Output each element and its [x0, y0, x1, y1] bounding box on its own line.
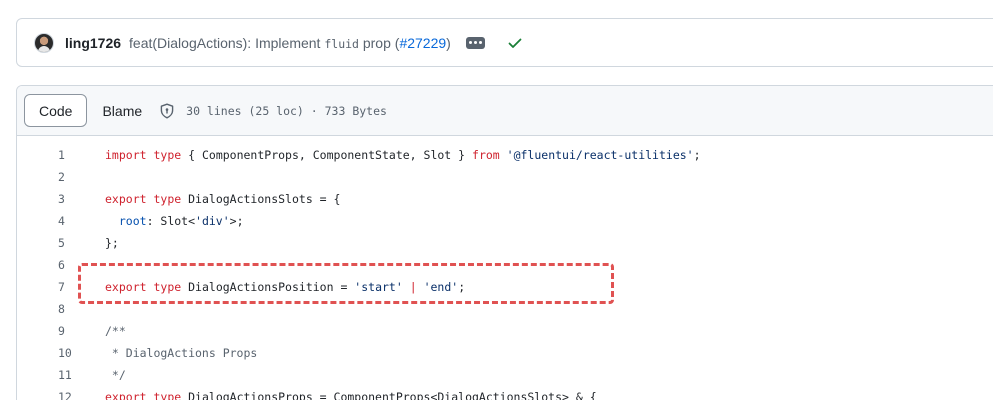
line-number[interactable]: 8	[17, 302, 81, 316]
token-string: 'start'	[354, 280, 403, 294]
file-header: Code Blame 30 lines (25 loc) · 733 Bytes	[17, 86, 993, 136]
pr-link[interactable]: #27229	[399, 35, 446, 51]
tab-code[interactable]: Code	[24, 94, 88, 127]
token-string: 'div'	[195, 214, 230, 228]
latest-commit-bar: ling1726 feat(DialogActions): Implement …	[16, 18, 993, 67]
file-view: Code Blame 30 lines (25 loc) · 733 Bytes…	[16, 85, 993, 400]
view-mode-toggle: Code Blame	[24, 94, 157, 127]
token-operator: |	[409, 280, 417, 294]
line-number[interactable]: 7	[17, 280, 81, 294]
token-keyword: type	[153, 280, 182, 294]
token-string: '@fluentui/react-utilities'	[506, 148, 694, 162]
code-text: root: Slot<'div'>;	[81, 214, 244, 228]
line-number[interactable]: 11	[17, 368, 81, 382]
token-text: : Slot<	[146, 214, 196, 228]
token-keyword: export	[105, 390, 147, 400]
code-line: 3 export type DialogActionsSlots = {	[17, 188, 993, 210]
code-text: export type DialogActionsPosition = 'sta…	[81, 280, 465, 294]
code-text: import type { ComponentProps, ComponentS…	[81, 148, 701, 162]
code-text: export type DialogActionsSlots = {	[81, 192, 340, 206]
code-line: 9 /**	[17, 320, 993, 342]
line-number[interactable]: 5	[17, 236, 81, 250]
code-line: 12 export type DialogActionsProps = Comp…	[17, 386, 993, 400]
token-text: ;	[693, 148, 701, 162]
line-number[interactable]: 9	[17, 324, 81, 338]
token-keyword: type	[153, 192, 182, 206]
more-icon[interactable]	[465, 36, 485, 49]
check-icon[interactable]	[507, 35, 523, 51]
code-line: 7 export type DialogActionsPosition = 's…	[17, 276, 993, 298]
token-text: >;	[229, 214, 244, 228]
commit-author[interactable]: ling1726	[65, 35, 121, 51]
commit-message-prefix: feat(DialogActions): Implement	[129, 34, 325, 51]
code-line: 1 import type { ComponentProps, Componen…	[17, 144, 993, 166]
line-number[interactable]: 3	[17, 192, 81, 206]
token-keyword: type	[153, 148, 182, 162]
file-meta: 30 lines (25 loc) · 733 Bytes	[186, 103, 387, 118]
code-text: export type DialogActionsProps = Compone…	[81, 390, 597, 400]
line-number[interactable]: 1	[17, 148, 81, 162]
token-text: DialogActionsPosition =	[188, 280, 355, 294]
code-comment: */	[105, 368, 126, 382]
token-text: { ComponentProps, ComponentState, Slot }	[188, 148, 466, 162]
token-keyword: export	[105, 192, 147, 206]
commit-message-suffix: prop (	[358, 34, 400, 51]
code-text: };	[105, 236, 119, 250]
code-view[interactable]: 1 import type { ComponentProps, Componen…	[17, 144, 993, 400]
line-number[interactable]: 4	[17, 214, 81, 228]
line-number[interactable]: 6	[17, 258, 81, 272]
line-number[interactable]: 2	[17, 170, 81, 184]
code-line: 4 root: Slot<'div'>;	[17, 210, 993, 232]
code-line: 2	[17, 166, 993, 188]
line-number[interactable]: 12	[17, 390, 81, 400]
token-keyword: type	[153, 390, 182, 400]
token-string: 'end'	[423, 280, 459, 294]
token-keyword: from	[472, 148, 500, 162]
token-keyword: export	[105, 280, 147, 294]
commit-message-code: fluid	[324, 36, 359, 51]
code-line: 11 */	[17, 364, 993, 386]
shield-icon[interactable]	[159, 103, 175, 119]
commit-message[interactable]: feat(DialogActions): Implement fluid pro…	[129, 35, 451, 51]
code-comment: * DialogActions Props	[105, 346, 258, 360]
commit-message-close: )	[446, 34, 451, 51]
token-property: root	[118, 214, 147, 228]
author-avatar[interactable]	[34, 32, 54, 53]
token-text: DialogActionsSlots = {	[188, 192, 341, 206]
line-number[interactable]: 10	[17, 346, 81, 360]
token-keyword: import	[105, 148, 147, 162]
code-comment: /**	[105, 324, 126, 338]
token-text: DialogActionsProps = ComponentProps<Dial…	[188, 390, 597, 400]
code-line: 8	[17, 298, 993, 320]
code-line: 6	[17, 254, 993, 276]
tab-blame[interactable]: Blame	[87, 94, 157, 127]
code-line: 10 * DialogActions Props	[17, 342, 993, 364]
token-text: ;	[458, 280, 466, 294]
code-line: 5 };	[17, 232, 993, 254]
